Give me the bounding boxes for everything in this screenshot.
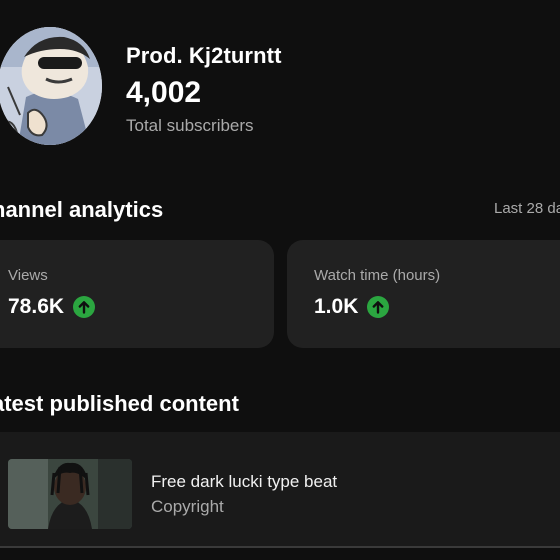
views-card[interactable]: Views 78.6K (0, 240, 274, 348)
watch-time-card[interactable]: Watch time (hours) 1.0K (287, 240, 560, 348)
watch-time-value: 1.0K (314, 295, 359, 318)
arrow-up-circle-icon (367, 296, 390, 318)
subscriber-count: 4,002 (126, 76, 202, 109)
latest-video-row[interactable]: Free dark lucki type beat Copyright (0, 432, 560, 546)
watch-time-label: Watch time (hours) (314, 267, 441, 284)
period-selector[interactable]: Last 28 da (494, 200, 560, 217)
channel-avatar[interactable] (0, 27, 102, 145)
latest-content-heading: atest published content (0, 391, 239, 416)
arrow-up-circle-icon (73, 296, 96, 318)
views-label: Views (8, 267, 48, 284)
video-title[interactable]: Free dark lucki type beat (151, 472, 337, 492)
views-value: 78.6K (8, 295, 65, 318)
channel-analytics-heading: hannel analytics (0, 197, 164, 222)
views-value-row: 78.6K (8, 295, 96, 319)
video-thumbnail-icon (8, 459, 132, 529)
cartoon-avatar-icon (0, 27, 102, 145)
copyright-status: Copyright (151, 497, 224, 516)
watch-time-value-row: 1.0K (314, 295, 390, 319)
divider (0, 546, 560, 548)
channel-name: Prod. Kj2turntt (126, 43, 282, 68)
subscriber-label: Total subscribers (126, 116, 254, 135)
video-thumbnail[interactable] (8, 459, 132, 529)
